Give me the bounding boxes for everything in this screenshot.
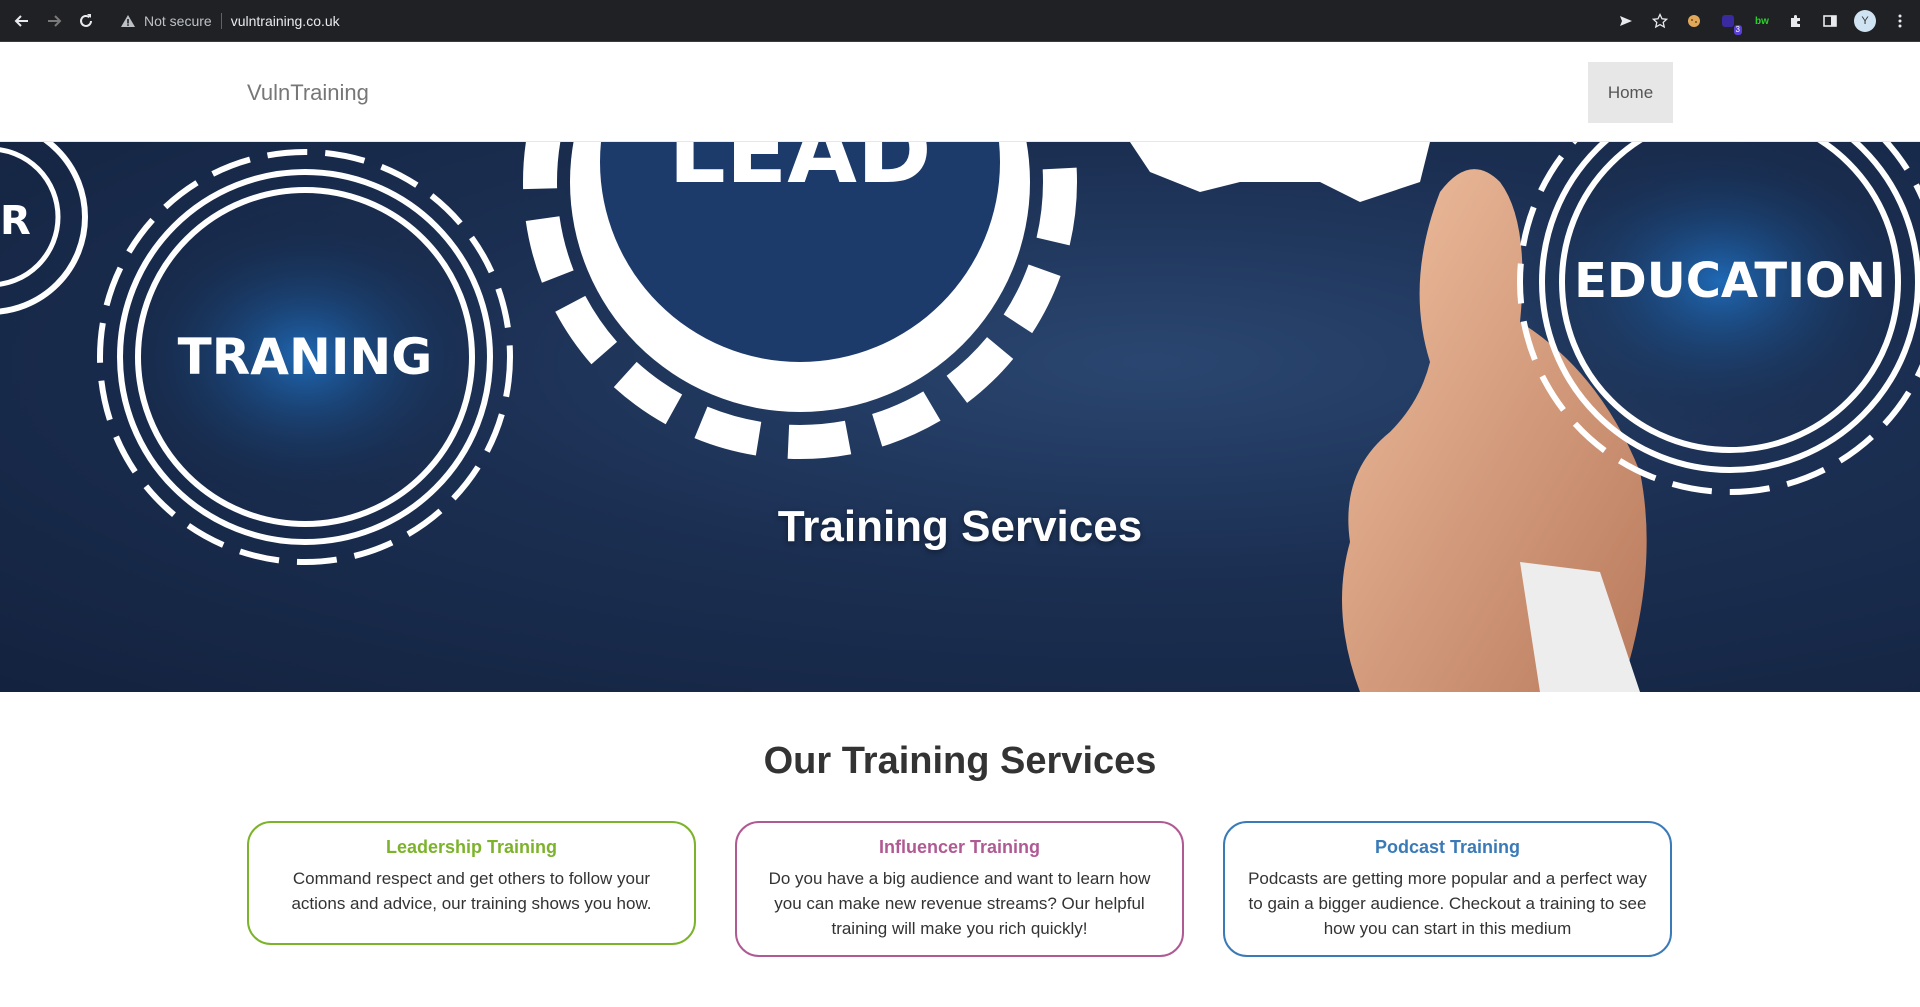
purple-extension-icon[interactable]: 3 (1718, 11, 1742, 35)
services-heading: Our Training Services (763, 740, 1157, 782)
divider (220, 12, 222, 29)
back-icon[interactable] (6, 5, 38, 37)
brand-link[interactable]: VulnTraining (247, 80, 369, 106)
gear-label-traning: TRANING (178, 328, 433, 386)
hero-banner: TRANING LEAD EDUCATION R Training Servic… (0, 142, 1920, 692)
gear-label-partial: R (0, 198, 31, 244)
sidepanel-icon[interactable] (1820, 11, 1840, 31)
star-icon[interactable] (1650, 11, 1670, 31)
more-menu-icon[interactable] (1890, 11, 1910, 31)
hero-title: Training Services (777, 502, 1143, 551)
browser-toolbar: Not secure vulntraining.co.uk 3 bw Y (0, 0, 1920, 42)
card-text: Command respect and get others to follow… (291, 869, 652, 913)
puzzle-icon[interactable] (1786, 11, 1806, 31)
warning-icon (121, 14, 135, 27)
send-icon[interactable] (1616, 11, 1636, 31)
site-navbar: VulnTraining Home (0, 42, 1920, 142)
service-card-podcast: Podcast Training Podcasts are getting mo… (1223, 821, 1672, 957)
address-bar[interactable]: Not secure vulntraining.co.uk (120, 12, 340, 29)
security-label: Not secure (144, 12, 212, 29)
hero-gears-image: TRANING LEAD EDUCATION R (0, 142, 1920, 692)
gear-label-education: EDUCATION (1574, 253, 1886, 309)
service-card-influencer: Influencer Training Do you have a big au… (735, 821, 1184, 957)
card-text: Do you have a big audience and want to l… (768, 869, 1151, 938)
card-title: Podcast Training (1374, 837, 1521, 857)
forward-icon[interactable] (38, 5, 70, 37)
card-text: Podcasts are getting more popular and a … (1248, 869, 1647, 938)
reload-icon[interactable] (70, 5, 102, 37)
card-title: Leadership Training (385, 837, 558, 857)
avatar[interactable]: Y (1854, 10, 1876, 32)
extension-badge: 3 (1733, 25, 1742, 35)
card-title: Influencer Training (878, 837, 1041, 857)
gear-label-lead: LEAD (668, 142, 931, 204)
nav-home-link[interactable]: Home (1588, 62, 1673, 123)
service-card-leadership: Leadership Training Command respect and … (247, 821, 696, 945)
bitwarden-extension-icon[interactable]: bw (1752, 11, 1772, 31)
cookie-extension-icon[interactable] (1684, 11, 1704, 31)
url-text[interactable]: vulntraining.co.uk (231, 13, 340, 29)
